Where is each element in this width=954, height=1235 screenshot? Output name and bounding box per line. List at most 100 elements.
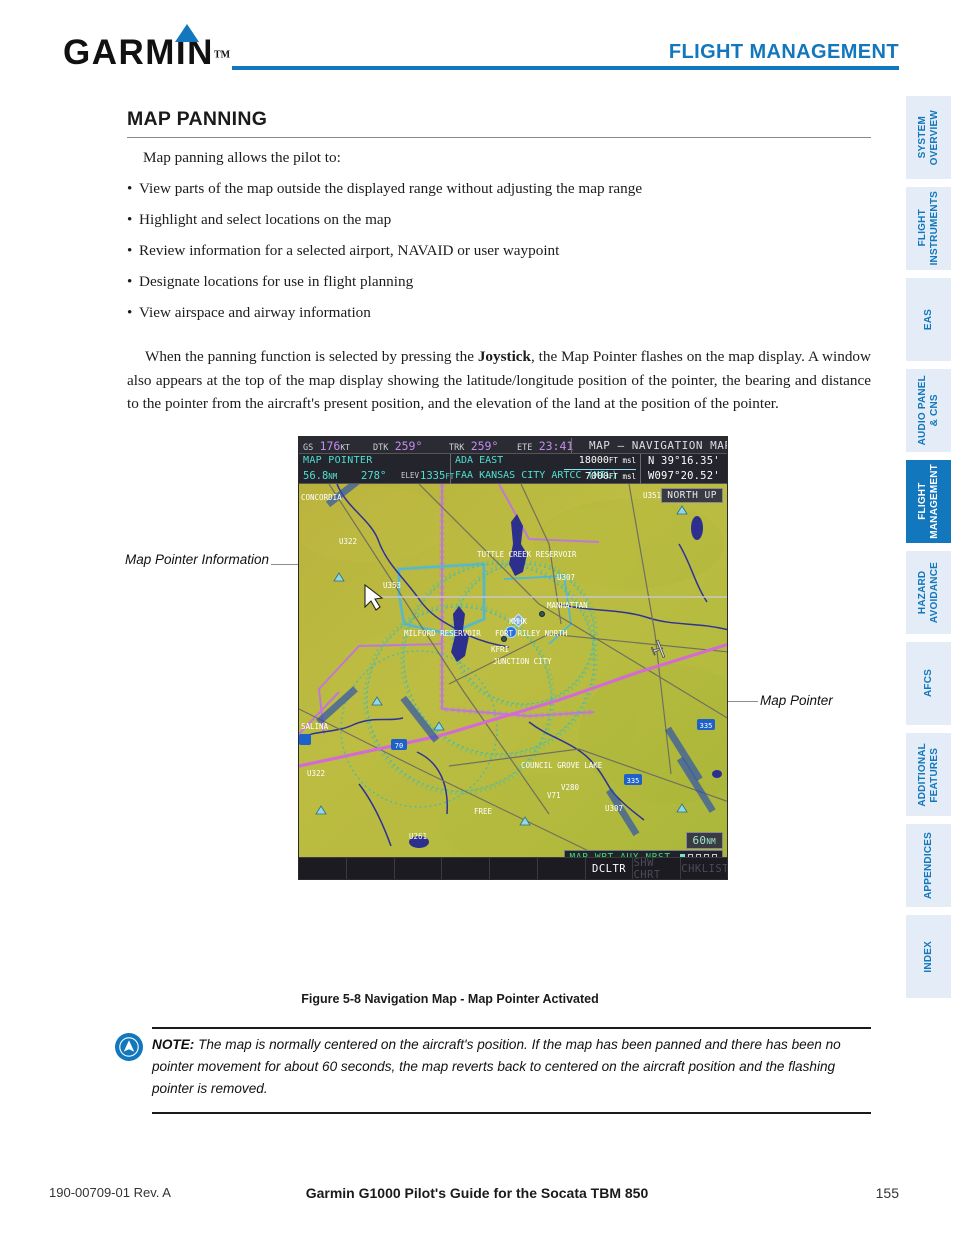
- pointer-longitude: W097°20.52': [648, 470, 720, 482]
- svg-text:FORT RILEY NORTH: FORT RILEY NORTH: [495, 629, 568, 638]
- airspace-divider: [564, 469, 636, 470]
- footer-page-number: 155: [875, 1185, 899, 1201]
- bullet-icon: •: [127, 242, 133, 259]
- navigation-map-canvas[interactable]: 70 335 335 CONCORDIA U322 U353 TUTTLE CR…: [299, 484, 727, 859]
- garmin-trademark: TM: [213, 49, 231, 61]
- sidebar-item-index[interactable]: INDEX: [906, 915, 951, 998]
- map-orientation-badge[interactable]: NORTH UP: [661, 488, 723, 503]
- header-divider: [232, 66, 899, 70]
- trk-value: 259°: [470, 439, 499, 453]
- map-range-badge: 60NM: [685, 832, 723, 849]
- airspace-ceiling-value: 18000: [578, 455, 609, 466]
- airspace-floor: 7000FT msl: [585, 471, 636, 482]
- sidebar-item-flight-instruments[interactable]: FLIGHT INSTRUMENTS: [906, 187, 951, 270]
- sidebar-item-system-overview[interactable]: SYSTEM OVERVIEW: [906, 96, 951, 179]
- note-text: NOTE: The map is normally centered on th…: [152, 1034, 871, 1100]
- note-divider-top: [152, 1027, 871, 1029]
- pointer-position-segment: MAP POINTER 56.8NM 278° ELEV 1335FT: [299, 454, 454, 484]
- svg-text:U322: U322: [307, 769, 325, 778]
- list-item: • Highlight and select locations on the m…: [127, 210, 887, 230]
- lead-in-paragraph: Map panning allows the pilot to:: [143, 149, 341, 166]
- sidebar-item-audio-panel-cns[interactable]: AUDIO PANEL & CNS: [906, 369, 951, 452]
- svg-text:KFRI: KFRI: [491, 645, 509, 654]
- svg-text:V280: V280: [561, 783, 580, 792]
- page-title: MAP PANNING: [127, 108, 268, 130]
- softkey-show-chart[interactable]: SHW CHRT: [633, 857, 682, 879]
- ete-field: ETE 23:41: [517, 439, 573, 453]
- list-item-label: Designate locations for use in flight pl…: [139, 273, 414, 290]
- bullet-icon: •: [127, 304, 133, 321]
- map-range-value: 60: [692, 834, 707, 847]
- list-item: • Review information for a selected airpo…: [127, 241, 887, 261]
- track-field: TRK 259°: [449, 439, 498, 453]
- mfd-navigation-map-screenshot: GS 176KT DTK 259° TRK 259° ETE 23:41 MAP…: [298, 436, 728, 880]
- airspace-ceiling: 18000FT msl: [579, 455, 636, 466]
- softkey-checklist[interactable]: CHKLIST: [681, 858, 727, 879]
- softkey-2[interactable]: [347, 858, 395, 879]
- svg-text:SALINA: SALINA: [301, 722, 329, 731]
- groundspeed-value: 176: [319, 439, 341, 453]
- mfd-softkey-bar: DCLTR SHW CHRT CHKLIST: [299, 857, 727, 879]
- bullet-icon: •: [127, 273, 133, 290]
- softkey-dclutter[interactable]: DCLTR: [586, 858, 634, 879]
- softkey-5[interactable]: [490, 858, 538, 879]
- sidebar-item-label: APPENDICES: [922, 831, 934, 899]
- sidebar-item-eas[interactable]: EAS: [906, 278, 951, 361]
- callout-map-pointer: Map Pointer: [760, 693, 833, 708]
- svg-text:MILFORD RESERVOIR: MILFORD RESERVOIR: [404, 629, 481, 638]
- groundspeed-label: GS: [303, 443, 314, 453]
- sidebar-item-label: INDEX: [922, 940, 934, 973]
- svg-text:U322: U322: [339, 537, 357, 546]
- svg-text:335: 335: [627, 777, 640, 785]
- page-header: GARMINTM FLIGHT MANAGEMENT: [0, 0, 954, 92]
- dtk-value: 259°: [394, 439, 423, 453]
- map-range-unit: NM: [706, 837, 716, 846]
- topbar-divider: [571, 438, 572, 453]
- body-emphasis: Joystick: [477, 348, 531, 366]
- softkey-3[interactable]: [395, 858, 443, 879]
- sidebar-item-afcs[interactable]: AFCS: [906, 642, 951, 725]
- pointer-latitude: N 39°16.35': [648, 455, 720, 467]
- svg-text:CONCORDIA: CONCORDIA: [301, 493, 342, 502]
- title-divider: [127, 137, 871, 138]
- bullet-icon: •: [127, 211, 133, 228]
- softkey-4[interactable]: [442, 858, 491, 879]
- bullet-icon: •: [127, 180, 133, 197]
- svg-text:V71: V71: [547, 791, 561, 800]
- pointer-distance-value: 56.8: [303, 470, 329, 482]
- footer-title: Garmin G1000 Pilot's Guide for the Socat…: [305, 1185, 649, 1201]
- sidebar-item-label: FLIGHT MANAGEMENT: [916, 464, 940, 539]
- sidebar-item-hazard-avoidance[interactable]: HAZARD AVOIDANCE: [906, 551, 951, 634]
- trk-label: TRK: [449, 443, 465, 453]
- note-label: NOTE:: [152, 1037, 195, 1052]
- map-pointer-information-window: MAP POINTER 56.8NM 278° ELEV 1335FT ADA …: [299, 454, 727, 484]
- svg-text:U353: U353: [383, 581, 401, 590]
- svg-text:JUNCTION CITY: JUNCTION CITY: [493, 657, 552, 666]
- sidebar-item-label: ADDITIONAL FEATURES: [916, 742, 940, 807]
- figure-caption: Figure 5-8 Navigation Map - Map Pointer …: [301, 992, 599, 1006]
- ete-value: 23:41: [538, 439, 574, 453]
- callout-leader-line: [271, 564, 300, 565]
- sidebar-item-appendices[interactable]: APPENDICES: [906, 824, 951, 907]
- sidebar-item-flight-management[interactable]: FLIGHT MANAGEMENT: [906, 460, 951, 543]
- note-body: The map is normally centered on the airc…: [152, 1037, 841, 1096]
- garmin-triangle-icon: [175, 24, 199, 42]
- pointer-distance-unit: NM: [328, 472, 338, 481]
- sidebar-item-label: EAS: [922, 308, 934, 331]
- sidebar-item-label: SYSTEM OVERVIEW: [916, 109, 940, 166]
- sidebar-item-additional-features[interactable]: ADDITIONAL FEATURES: [906, 733, 951, 816]
- svg-text:U307: U307: [605, 804, 623, 813]
- airspace-floor-unit: FT msl: [608, 472, 636, 481]
- sidebar-item-label: FLIGHT INSTRUMENTS: [916, 191, 940, 266]
- list-item-label: Highlight and select locations on the ma…: [139, 211, 392, 228]
- airspace-floor-value: 7000: [584, 471, 609, 482]
- pointer-elevation: 1335FT: [420, 470, 454, 482]
- svg-text:TUTTLE CREEK RESERVOIR: TUTTLE CREEK RESERVOIR: [477, 550, 577, 559]
- ete-label: ETE: [517, 443, 533, 453]
- softkey-6[interactable]: [538, 858, 586, 879]
- note-glyph: [119, 1037, 139, 1057]
- pointer-bearing-value: 278°: [361, 470, 387, 482]
- softkey-1[interactable]: [299, 858, 347, 879]
- callout-leader-line: [728, 701, 758, 702]
- dtk-label: DTK: [373, 443, 389, 453]
